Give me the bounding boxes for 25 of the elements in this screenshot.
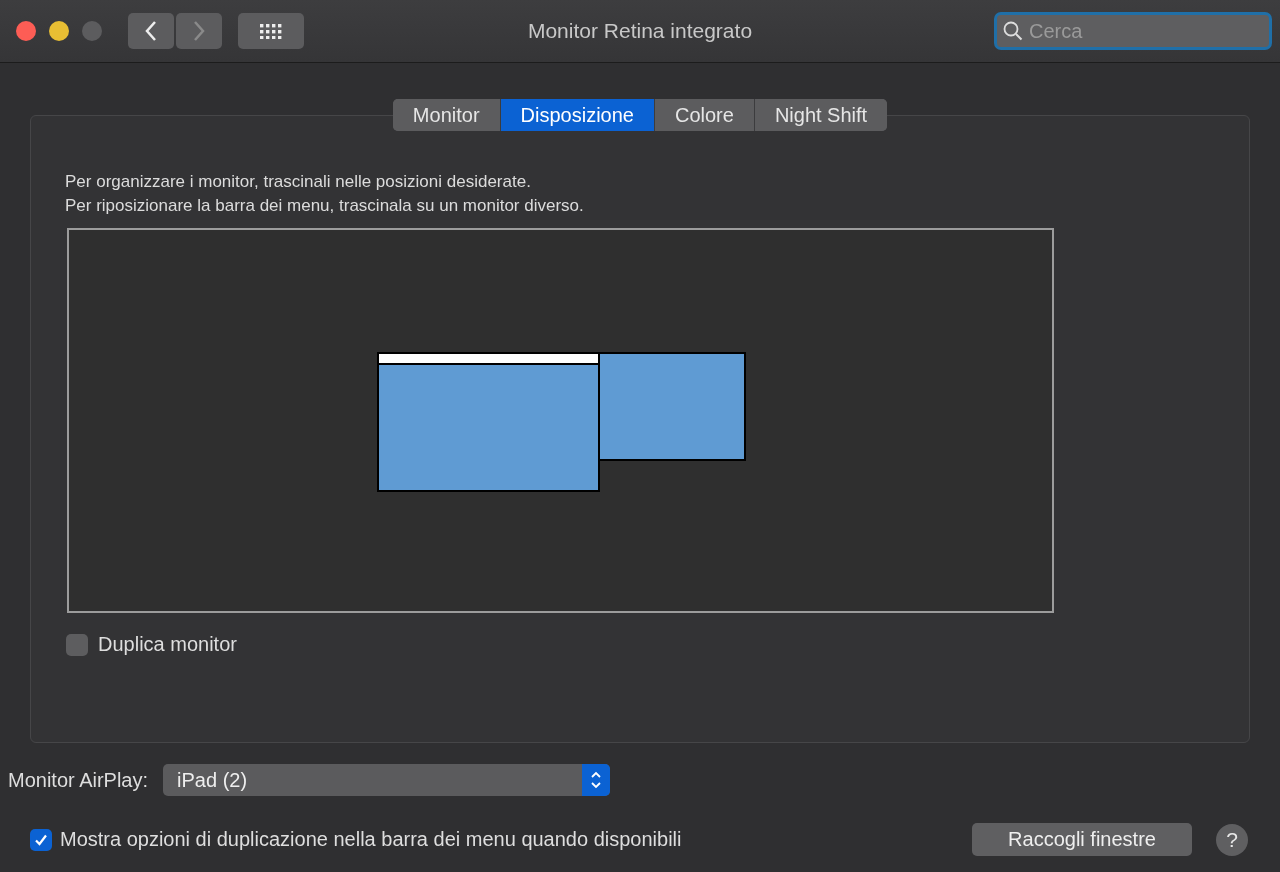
checkbox[interactable] [66, 633, 88, 656]
display-drawing[interactable] [377, 352, 600, 492]
gather-windows-button[interactable]: Raccogli finestre [972, 823, 1192, 856]
checkbox-label: Duplica monitor [98, 633, 237, 656]
chevron-right-icon [192, 20, 206, 42]
instruction-text: Per riposizionare la barra dei menu, trascinala su un monitor diverso. [65, 195, 585, 217]
checkbox-label: Mostra opzioni di duplicazione nella barra dei menu quando disponibili [60, 828, 682, 851]
tab[interactable]: Night Shift [753, 99, 888, 131]
window-title: Monitor Retina integrato [527, 19, 753, 42]
show-all-button[interactable] [238, 13, 304, 49]
help-button[interactable]: ? [1216, 823, 1248, 856]
search-field[interactable]: Cerca [994, 12, 1272, 50]
search-icon [1003, 21, 1023, 41]
airplay-label: Monitor AirPlay: [8, 768, 149, 792]
stepper-icon [590, 770, 603, 790]
airplay-popup[interactable]: iPad (2) [163, 764, 611, 796]
checkbox[interactable] [30, 828, 52, 851]
minimize-button[interactable] [49, 21, 69, 41]
display-drawing[interactable] [598, 352, 746, 461]
grid-icon [259, 23, 283, 39]
tab[interactable]: Disposizione [499, 99, 654, 131]
back-button[interactable] [128, 13, 174, 49]
close-button[interactable] [16, 21, 36, 41]
chevron-left-icon [144, 20, 158, 42]
instruction-text: Per organizzare i monitor, trascinali nelle posizioni desiderate. [65, 171, 532, 193]
